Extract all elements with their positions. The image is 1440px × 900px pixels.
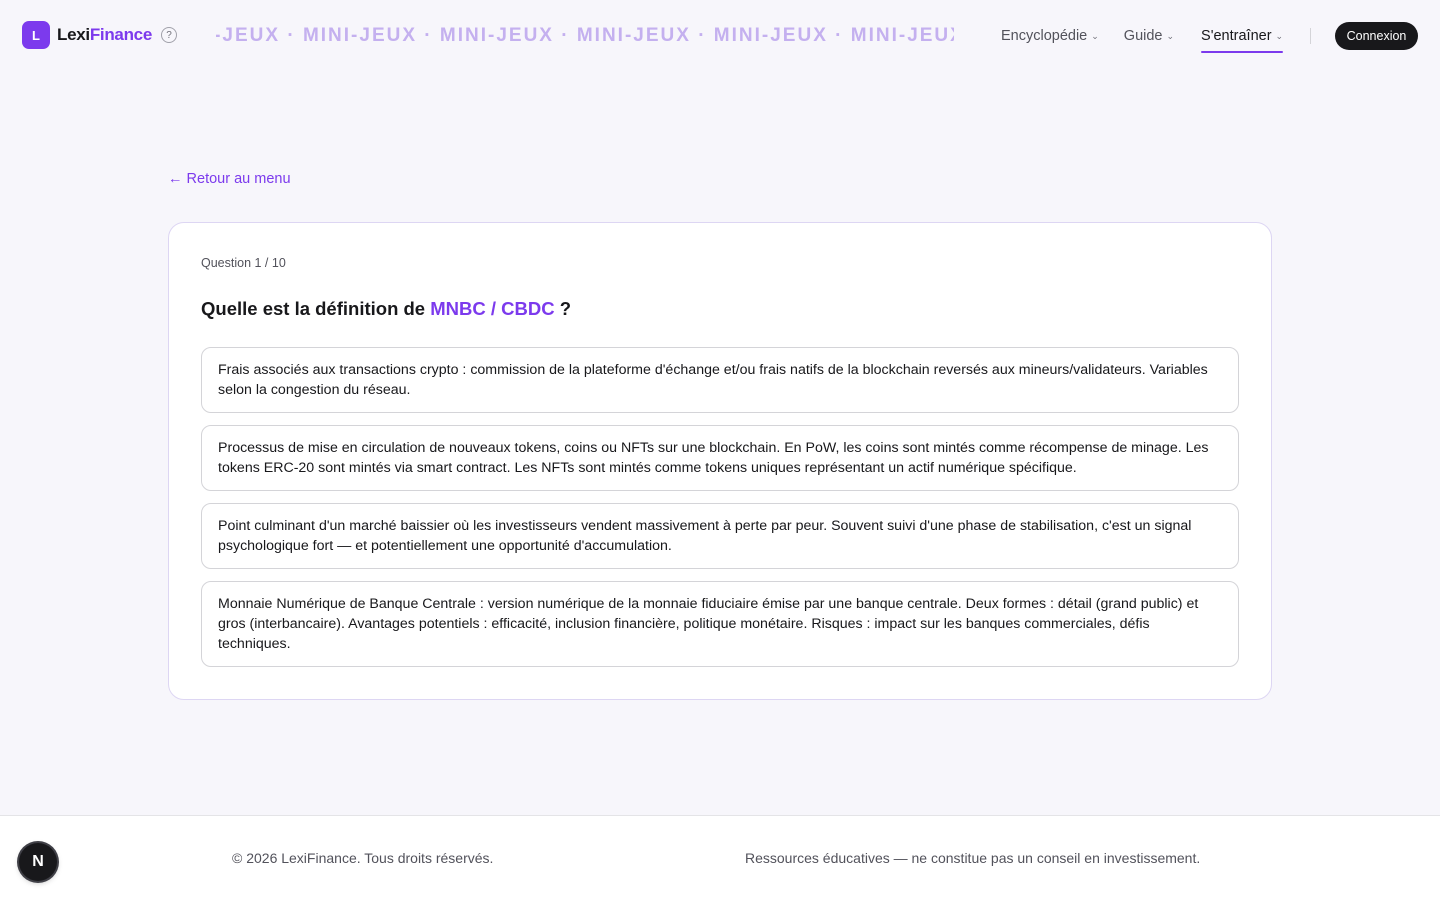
question-counter: Question 1 / 10 [201, 256, 286, 270]
top-header: L LexiFinance ? MINI-JEUX · MINI-JEUX · … [0, 0, 1440, 72]
nav-item-label: Guide [1123, 28, 1163, 44]
brand-name-part2: Finance [89, 25, 152, 44]
question-prompt: Quelle est la définition de [201, 298, 426, 319]
quiz-card: Question 1 / 10 Quelle est la définition… [168, 222, 1272, 700]
back-to-menu-link[interactable]: ← Retour au menu [168, 171, 291, 187]
logo-mark-icon: L [22, 21, 50, 49]
answer-option-2[interactable]: Processus de mise en circulation de nouv… [201, 425, 1239, 491]
dev-tools-icon[interactable]: N [19, 843, 57, 881]
page-footer: © 2026 LexiFinance. Tous droits réservés… [0, 815, 1440, 900]
footer-disclaimer: Ressources éducatives — ne constitue pas… [745, 850, 1201, 866]
answer-option-1[interactable]: Frais associés aux transactions crypto :… [201, 347, 1239, 413]
nav-item-guide[interactable]: Guide ⌄ [1124, 26, 1174, 46]
question-term: MNBC / CBDC [430, 298, 555, 319]
nav-divider [1310, 28, 1311, 44]
chevron-down-icon: ⌄ [1275, 30, 1284, 41]
chevron-down-icon: ⌄ [1091, 30, 1099, 41]
brand-logo[interactable]: L LexiFinance ? [22, 21, 177, 49]
nav-item-label: S'entraîner [1201, 28, 1272, 44]
marquee-banner: MINI-JEUX · MINI-JEUX · MINI-JEUX · MINI… [216, 24, 954, 50]
question-title: Quelle est la définition de MNBC / CBDC … [201, 298, 571, 320]
answer-option-4[interactable]: Monnaie Numérique de Banque Centrale : v… [201, 581, 1239, 667]
answer-option-3[interactable]: Point culminant d'un marché baissier où … [201, 503, 1239, 569]
chevron-down-icon: ⌄ [1166, 30, 1175, 41]
help-icon[interactable]: ? [160, 27, 177, 43]
footer-copyright: © 2026 LexiFinance. Tous droits réservés… [232, 850, 494, 866]
brand-name: LexiFinance [57, 25, 152, 45]
nav-item-sentrainer[interactable]: S'entraîner ⌄ [1201, 26, 1284, 53]
marquee-text: MINI-JEUX · MINI-JEUX · MINI-JEUX · MINI… [216, 25, 954, 46]
login-button[interactable]: Connexion [1335, 22, 1418, 50]
brand-name-part1: Lexi [57, 25, 90, 44]
nav-item-encyclopedie[interactable]: Encyclopédie ⌄ [1001, 26, 1099, 46]
nav-item-label: Encyclopédie [1001, 28, 1088, 44]
main-nav: Encyclopédie ⌄ Guide ⌄ S'entraîner ⌄ [1001, 26, 1284, 53]
question-mark: ? [559, 298, 572, 319]
